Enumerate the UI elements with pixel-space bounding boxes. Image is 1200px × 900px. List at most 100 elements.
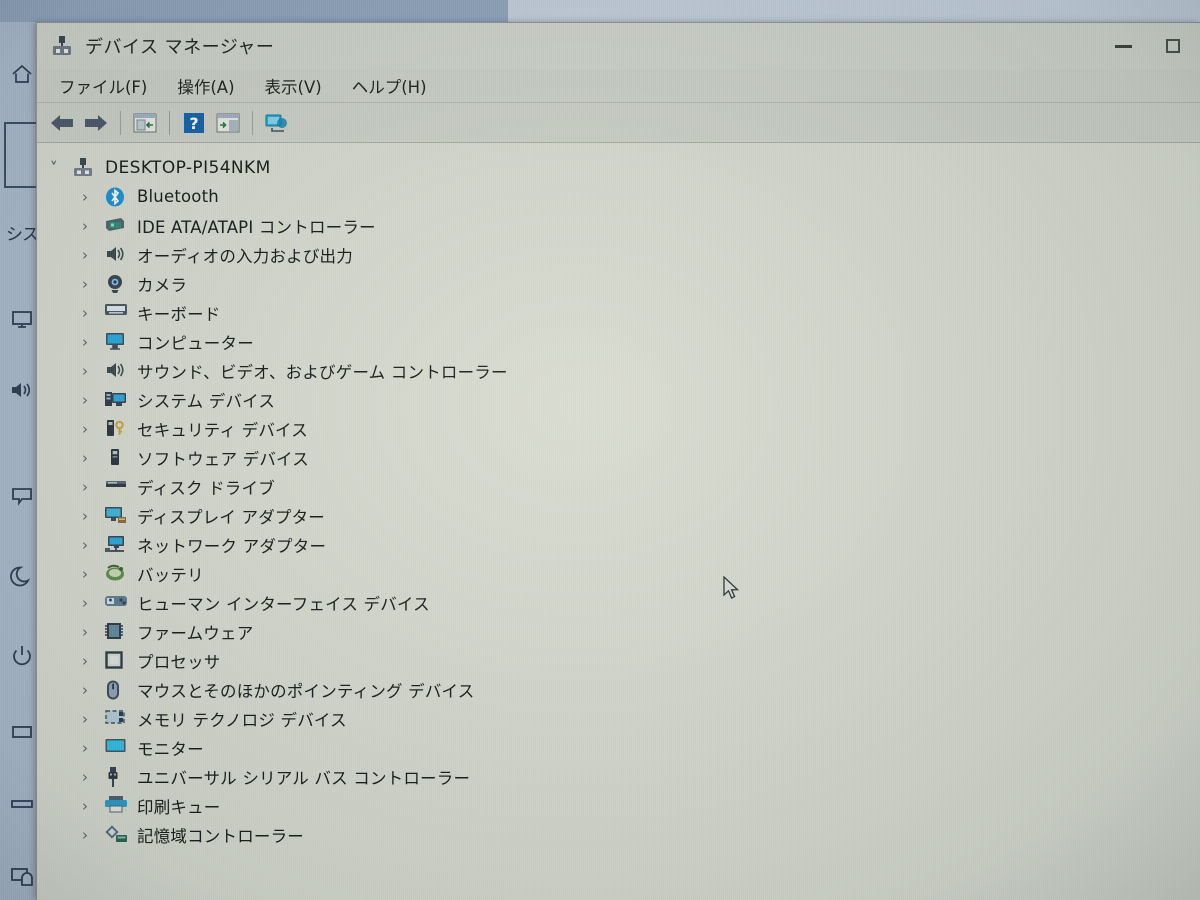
moon-icon[interactable] — [4, 560, 40, 592]
chevron-right-icon[interactable]: › — [82, 449, 104, 467]
tree-item-firmware[interactable]: › ファームウェア — [38, 617, 1200, 646]
tree-item-audio-io[interactable]: › オーディオの入力および出力 — [38, 240, 1200, 269]
memory-technology-icon — [104, 708, 128, 730]
minimize-button[interactable] — [1100, 23, 1146, 69]
tree-item-software-devices[interactable]: › ソフトウェア デバイス — [38, 443, 1200, 472]
tree-item-display-adapter[interactable]: › ディスプレイ アダプター — [38, 501, 1200, 530]
tree-root-node[interactable]: ˅ DESKTOP-PI54NKM — [38, 153, 1200, 182]
chevron-right-icon[interactable]: › — [82, 333, 104, 351]
tree-item-ide-controller[interactable]: › IDE ATA/ATAPI コントローラー — [38, 211, 1200, 240]
tree-item-monitor[interactable]: › モニター — [38, 733, 1200, 762]
taskbar-strip-right — [508, 0, 1200, 22]
show-hide-console-tree-button[interactable] — [211, 107, 245, 139]
question-mark-icon: ? — [184, 112, 204, 133]
sidebar-item-system-label: シス — [6, 225, 39, 245]
chevron-right-icon[interactable]: › — [82, 739, 104, 757]
maximize-button[interactable] — [1150, 23, 1196, 69]
chevron-right-icon[interactable]: › — [82, 768, 104, 786]
back-button[interactable] — [45, 107, 79, 139]
mouse-icon — [104, 679, 128, 701]
chevron-right-icon[interactable]: › — [82, 246, 104, 264]
chevron-right-icon[interactable]: › — [82, 594, 104, 612]
tree-item-bluetooth[interactable]: › Bluetooth — [38, 182, 1200, 211]
tablet-icon[interactable] — [4, 788, 40, 820]
print-queue-icon — [104, 795, 128, 817]
tree-item-keyboard[interactable]: › キーボード — [38, 298, 1200, 327]
toolbar-separator — [120, 110, 121, 135]
storage-icon[interactable] — [4, 716, 40, 748]
tree-item-computer[interactable]: › コンピューター — [38, 327, 1200, 356]
chevron-right-icon[interactable]: › — [82, 507, 104, 525]
multitasking-icon[interactable] — [4, 862, 40, 894]
menu-file[interactable]: ファイル(F) — [47, 74, 159, 98]
chevron-right-icon[interactable]: › — [82, 217, 104, 235]
display-icon[interactable] — [4, 304, 40, 336]
bluetooth-icon — [104, 186, 128, 208]
tree-item-security-devices[interactable]: › セキュリティ デバイス — [38, 414, 1200, 443]
forward-button[interactable] — [79, 107, 113, 139]
tree-item-usb-controller[interactable]: › ユニバーサル シリアル バス コントローラー — [38, 762, 1200, 791]
chevron-right-icon[interactable]: › — [82, 275, 104, 293]
tree-item-sound-video-game[interactable]: › サウンド、ビデオ、およびゲーム コントローラー — [38, 356, 1200, 385]
tree-item-label: バッテリ — [137, 565, 204, 585]
device-tree[interactable]: ˅ DESKTOP-PI54NKM › Bluetooth › IDE ATA/… — [38, 143, 1200, 900]
chevron-right-icon[interactable]: › — [82, 681, 104, 699]
chevron-right-icon[interactable]: › — [82, 304, 104, 322]
tree-item-hid[interactable]: › ヒューマン インターフェイス デバイス — [38, 588, 1200, 617]
security-devices-icon — [104, 418, 128, 440]
properties-button[interactable] — [128, 107, 162, 139]
tree-item-print-queue[interactable]: › 印刷キュー — [38, 791, 1200, 820]
arrow-left-icon — [51, 114, 73, 131]
chevron-right-icon[interactable]: › — [82, 536, 104, 554]
tree-item-storage-controller[interactable]: › 記憶域コントローラー — [38, 820, 1200, 849]
keyboard-icon — [104, 302, 128, 324]
tree-item-label: コンピューター — [137, 333, 254, 353]
menu-bar[interactable]: ファイル(F) 操作(A) 表示(V) ヘルプ(H) — [37, 69, 1200, 103]
tree-item-network-adapter[interactable]: › ネットワーク アダプター — [38, 530, 1200, 559]
ide-controller-icon — [104, 215, 128, 237]
monitor-icon — [104, 737, 128, 759]
tree-item-system-devices[interactable]: › システム デバイス — [38, 385, 1200, 414]
tree-item-processor[interactable]: › プロセッサ — [38, 646, 1200, 675]
arrow-right-icon — [85, 114, 107, 131]
chevron-right-icon[interactable]: › — [82, 826, 104, 844]
sound-icon[interactable] — [4, 374, 40, 406]
tree-item-label: IDE ATA/ATAPI コントローラー — [137, 217, 376, 237]
tree-item-camera[interactable]: › カメラ — [38, 269, 1200, 298]
chevron-right-icon[interactable]: › — [82, 188, 104, 206]
hid-icon — [104, 592, 128, 614]
menu-view[interactable]: 表示(V) — [253, 74, 334, 98]
chevron-right-icon[interactable]: › — [82, 710, 104, 728]
menu-help[interactable]: ヘルプ(H) — [340, 74, 439, 98]
tree-item-label: プロセッサ — [137, 652, 221, 672]
tree-item-label: 印刷キュー — [137, 797, 221, 817]
notification-icon[interactable] — [4, 480, 40, 512]
tree-item-memory-technology[interactable]: › メモリ テクノロジ デバイス — [38, 704, 1200, 733]
title-bar[interactable]: デバイス マネージャー — [37, 23, 1200, 69]
scan-hardware-changes-button[interactable] — [260, 107, 294, 139]
chevron-right-icon[interactable]: › — [82, 391, 104, 409]
chevron-right-icon[interactable]: › — [82, 797, 104, 815]
menu-action[interactable]: 操作(A) — [165, 74, 246, 98]
chevron-right-icon[interactable]: › — [82, 652, 104, 670]
chevron-down-icon[interactable]: ˅ — [50, 159, 72, 177]
device-manager-icon — [51, 35, 73, 57]
tree-item-mouse[interactable]: › マウスとそのほかのポインティング デバイス — [38, 675, 1200, 704]
toolbar[interactable]: ? — [37, 103, 1200, 143]
chevron-right-icon[interactable]: › — [82, 362, 104, 380]
chevron-right-icon[interactable]: › — [82, 623, 104, 641]
tree-item-battery[interactable]: › バッテリ — [38, 559, 1200, 588]
tree-item-label: Bluetooth — [137, 187, 219, 206]
toolbar-separator — [252, 110, 253, 135]
chevron-right-icon[interactable]: › — [82, 478, 104, 496]
power-icon[interactable] — [4, 640, 40, 672]
tree-item-label: ディスク ドライブ — [137, 478, 275, 498]
chevron-right-icon[interactable]: › — [82, 565, 104, 583]
help-button[interactable]: ? — [177, 107, 211, 139]
home-icon[interactable] — [4, 58, 40, 90]
tree-item-label: キーボード — [137, 304, 221, 324]
chevron-right-icon[interactable]: › — [82, 420, 104, 438]
tree-item-disk-drive[interactable]: › ディスク ドライブ — [38, 472, 1200, 501]
toolbar-separator — [169, 110, 170, 135]
tree-item-label: ソフトウェア デバイス — [137, 449, 309, 469]
